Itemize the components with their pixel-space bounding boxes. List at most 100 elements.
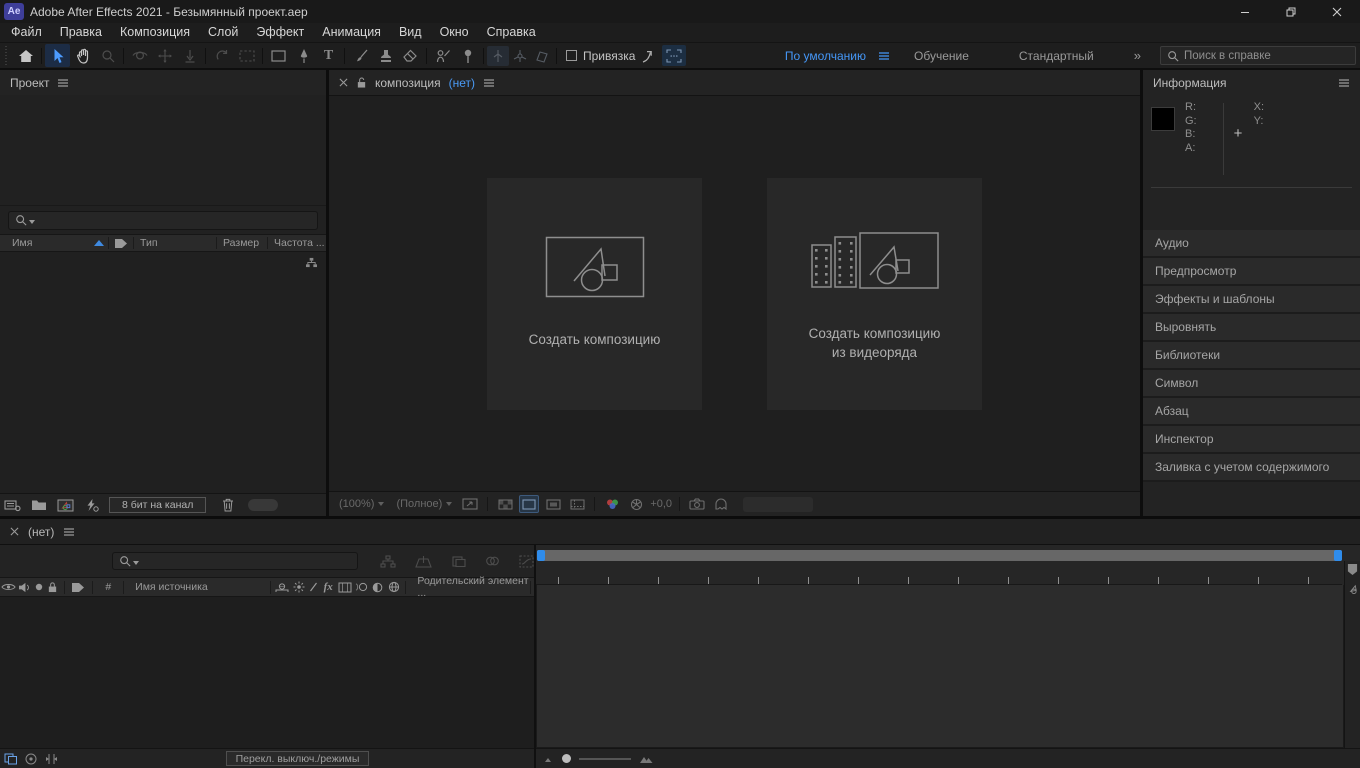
panel-tab-effects-presets[interactable]: Эффекты и шаблоны bbox=[1143, 286, 1360, 314]
mini-flowchart-icon[interactable] bbox=[380, 555, 396, 568]
effects-switch[interactable]: fx bbox=[320, 581, 337, 593]
vertical-scrollbar[interactable] bbox=[1344, 561, 1360, 748]
draft-3d-icon[interactable] bbox=[415, 555, 432, 568]
zoom-in-mountains-icon[interactable] bbox=[639, 754, 654, 764]
workspace-menu-icon[interactable] bbox=[878, 51, 890, 61]
fit-view-button[interactable] bbox=[460, 495, 480, 513]
show-snapshot-button[interactable] bbox=[711, 495, 731, 513]
composition-tab[interactable]: композиция (нет) bbox=[329, 70, 1140, 95]
audio-column[interactable] bbox=[17, 582, 33, 593]
menu-edit[interactable]: Правка bbox=[51, 23, 111, 42]
snapping-checkbox[interactable] bbox=[566, 50, 577, 61]
exposure-reset-button[interactable] bbox=[626, 495, 646, 513]
pan-camera-tool[interactable] bbox=[152, 44, 177, 67]
panel-tab-libraries[interactable]: Библиотеки bbox=[1143, 342, 1360, 370]
column-name[interactable]: Имя bbox=[0, 237, 108, 249]
create-composition-button[interactable]: Создать композицию bbox=[487, 178, 702, 410]
help-search-input[interactable] bbox=[1184, 50, 1349, 62]
take-snapshot-button[interactable] bbox=[687, 495, 707, 513]
project-items-area[interactable] bbox=[0, 252, 326, 493]
timeline-panel-menu-icon[interactable] bbox=[63, 527, 75, 537]
restore-button[interactable] bbox=[1268, 0, 1314, 23]
expand-in-out-panes-icon[interactable] bbox=[45, 753, 58, 765]
puppet-pin-tool[interactable] bbox=[455, 44, 480, 67]
mask-visibility-button[interactable] bbox=[519, 495, 539, 513]
solo-column[interactable] bbox=[32, 583, 45, 591]
project-panel-menu-icon[interactable] bbox=[57, 78, 69, 88]
work-area-bar[interactable] bbox=[537, 550, 1342, 561]
timeline-tab-title[interactable]: (нет) bbox=[28, 525, 54, 539]
guides-button[interactable] bbox=[567, 495, 587, 513]
panel-tab-preview[interactable]: Предпросмотр bbox=[1143, 258, 1360, 286]
resolution-dropdown[interactable]: (Полное) bbox=[392, 498, 456, 510]
pen-tool[interactable] bbox=[291, 44, 316, 67]
trash-icon[interactable] bbox=[222, 498, 234, 512]
bit-depth-button[interactable]: 8 бит на канал bbox=[109, 497, 206, 513]
region-of-interest-button[interactable] bbox=[543, 495, 563, 513]
info-panel-tab[interactable]: Информация bbox=[1143, 70, 1360, 95]
graph-editor-icon[interactable] bbox=[519, 555, 534, 568]
tab-close-icon[interactable] bbox=[339, 78, 348, 87]
collapse-switch[interactable] bbox=[291, 581, 308, 593]
adjustment-layer-switch[interactable] bbox=[369, 582, 386, 593]
camera-region-tool[interactable] bbox=[234, 44, 259, 67]
column-rate[interactable]: Частота ... bbox=[268, 237, 326, 249]
timeline-zoom-slider[interactable] bbox=[562, 754, 571, 763]
help-search-box[interactable] bbox=[1160, 46, 1356, 65]
dolly-camera-tool[interactable] bbox=[177, 44, 202, 67]
zoom-tool[interactable] bbox=[95, 44, 120, 67]
timeline-zoom-track[interactable] bbox=[579, 758, 631, 760]
frame-blend-switch[interactable] bbox=[336, 582, 353, 593]
comp-marker-mini-icon[interactable] bbox=[1347, 584, 1359, 595]
workspace-overflow[interactable]: » bbox=[1124, 48, 1150, 63]
panel-tab-character[interactable]: Символ bbox=[1143, 370, 1360, 398]
info-panel-menu-icon[interactable] bbox=[1338, 78, 1350, 88]
new-folder-icon[interactable] bbox=[31, 499, 47, 511]
roto-brush-tool[interactable] bbox=[430, 44, 455, 67]
parent-column[interactable]: Родительский элемент ... bbox=[409, 575, 530, 599]
column-label[interactable] bbox=[109, 238, 133, 249]
axis-mode-world[interactable] bbox=[509, 46, 531, 66]
type-tool[interactable]: T bbox=[316, 44, 341, 67]
menu-layer[interactable]: Слой bbox=[199, 23, 247, 42]
new-composition-icon[interactable] bbox=[57, 499, 74, 512]
expand-layer-switches-icon[interactable] bbox=[4, 753, 18, 765]
menu-effect[interactable]: Эффект bbox=[247, 23, 313, 42]
close-button[interactable] bbox=[1314, 0, 1360, 23]
shy-switch[interactable] bbox=[274, 582, 291, 593]
panel-tab-align[interactable]: Выровнять bbox=[1143, 314, 1360, 342]
panel-tab-content-aware-fill[interactable]: Заливка с учетом содержимого bbox=[1143, 454, 1360, 482]
exposure-value[interactable]: +0,0 bbox=[650, 498, 672, 510]
project-tab[interactable]: Проект bbox=[0, 70, 326, 95]
timeline-tab-close-icon[interactable] bbox=[10, 527, 19, 536]
shy-layers-icon[interactable] bbox=[451, 555, 466, 568]
project-search-box[interactable] bbox=[8, 211, 318, 230]
panel-tab-audio[interactable]: Аудио bbox=[1143, 230, 1360, 258]
toolbar-grip[interactable] bbox=[2, 46, 11, 65]
rectangle-tool[interactable] bbox=[266, 44, 291, 67]
video-column[interactable] bbox=[0, 582, 17, 592]
expand-transfer-controls-icon[interactable] bbox=[25, 753, 38, 765]
column-type[interactable]: Тип bbox=[134, 237, 216, 249]
home-button[interactable] bbox=[13, 44, 38, 67]
panel-tab-inspector[interactable]: Инспектор bbox=[1143, 426, 1360, 454]
orbit-camera-tool[interactable] bbox=[127, 44, 152, 67]
workspace-learn[interactable]: Обучение bbox=[894, 49, 995, 63]
app-logo-icon[interactable]: Ae bbox=[4, 3, 24, 20]
menu-file[interactable]: Файл bbox=[2, 23, 51, 42]
layer-list-area[interactable] bbox=[0, 597, 534, 748]
eraser-tool[interactable] bbox=[398, 44, 423, 67]
brush-tool[interactable] bbox=[348, 44, 373, 67]
selection-tool[interactable] bbox=[45, 44, 70, 67]
clone-stamp-tool[interactable] bbox=[373, 44, 398, 67]
column-size[interactable]: Размер bbox=[217, 237, 267, 249]
composition-panel-menu-icon[interactable] bbox=[483, 78, 495, 88]
panel-tab-paragraph[interactable]: Абзац bbox=[1143, 398, 1360, 426]
selection-brackets-button[interactable] bbox=[662, 45, 686, 66]
channels-button[interactable] bbox=[602, 495, 622, 513]
axis-mode-local[interactable] bbox=[487, 46, 509, 66]
menu-animation[interactable]: Анимация bbox=[313, 23, 390, 42]
menu-view[interactable]: Вид bbox=[390, 23, 431, 42]
minimize-button[interactable] bbox=[1222, 0, 1268, 23]
color-depth-icon[interactable] bbox=[84, 498, 99, 512]
